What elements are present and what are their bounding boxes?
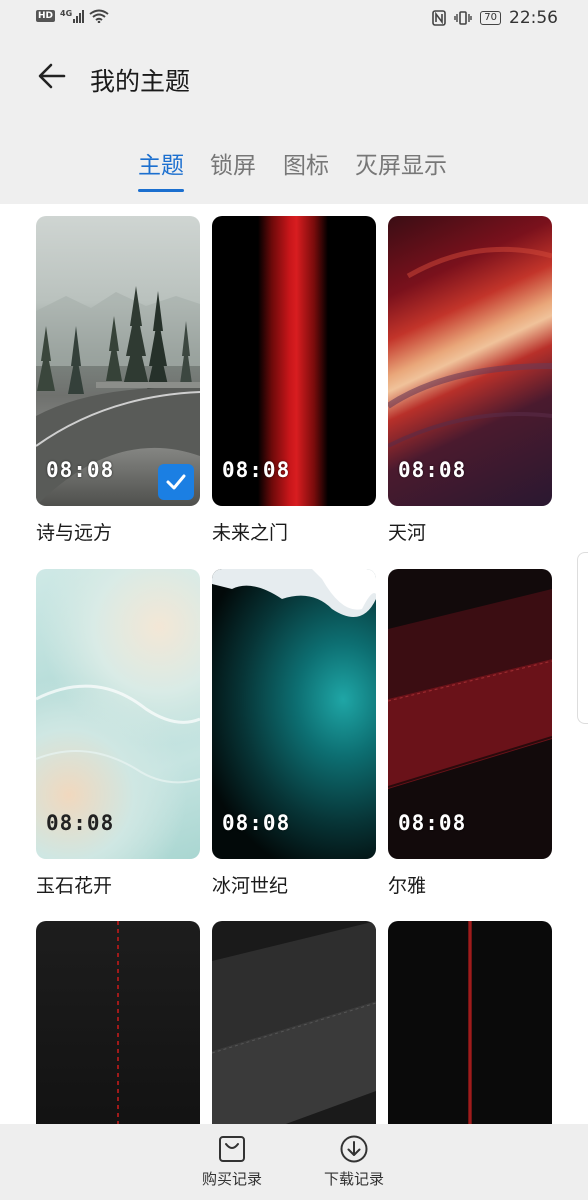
purchase-history-button[interactable]: 购买记录 xyxy=(192,1134,272,1189)
purchase-history-label: 购买记录 xyxy=(201,1170,262,1188)
theme-card-weilaizhimen[interactable]: 08:08 未来之门 xyxy=(212,216,376,544)
signal-icon xyxy=(73,9,85,23)
clock-preview: 08:08 xyxy=(398,811,467,835)
theme-name: 尔雅 xyxy=(388,875,427,897)
tab-icons[interactable]: 图标 xyxy=(283,146,329,180)
tab-active-indicator xyxy=(138,189,184,192)
theme-card-erya[interactable]: 08:08 尔雅 xyxy=(388,569,552,897)
clock-preview: 08:08 xyxy=(46,811,115,835)
theme-name: 天河 xyxy=(388,522,427,544)
status-bar: HD 4G 70 22:56 xyxy=(0,0,588,36)
shopping-bag-icon xyxy=(219,1136,245,1162)
arrow-left-icon xyxy=(38,63,66,89)
page-title: 我的主题 xyxy=(90,67,191,96)
status-left: HD 4G xyxy=(36,9,109,23)
theme-grid: 08:08 诗与远方 08:08 未来之门 08:08 天河 08:08 玉石花… xyxy=(0,204,588,1124)
network-type: 4G xyxy=(60,8,73,18)
theme-name: 诗与远方 xyxy=(36,522,113,544)
theme-card-row3-1[interactable] xyxy=(36,921,200,1124)
theme-thumbnail: 08:08 xyxy=(388,569,552,859)
hd-badge: HD xyxy=(36,10,56,22)
theme-thumbnail: 08:08 xyxy=(388,216,552,506)
tab-lockscreen-label: 锁屏 xyxy=(210,153,256,179)
red-line-illustration xyxy=(468,921,472,1124)
scroll-indicator[interactable] xyxy=(577,552,588,724)
clock-preview: 08:08 xyxy=(398,458,467,482)
theme-card-row3-2[interactable] xyxy=(212,921,376,1124)
download-history-button[interactable]: 下载记录 xyxy=(314,1134,394,1189)
selected-check-icon xyxy=(158,464,194,500)
back-button[interactable] xyxy=(36,60,72,96)
tab-bar: 主题 锁屏 图标 灭屏显示 xyxy=(0,146,588,192)
clock-preview: 08:08 xyxy=(46,458,115,482)
clock-preview: 08:08 xyxy=(222,811,291,835)
tab-theme[interactable]: 主题 xyxy=(138,146,184,192)
theme-thumbnail xyxy=(36,921,200,1124)
theme-card-shiyuyuanfang[interactable]: 08:08 诗与远方 xyxy=(36,216,200,544)
vibrate-icon xyxy=(454,11,472,25)
download-icon xyxy=(340,1135,368,1163)
tab-icons-label: 图标 xyxy=(283,153,329,179)
download-history-label: 下载记录 xyxy=(323,1170,384,1188)
tab-aod[interactable]: 灭屏显示 xyxy=(355,146,447,180)
clock-preview: 08:08 xyxy=(222,458,291,482)
theme-name: 未来之门 xyxy=(212,522,289,544)
status-right: 70 22:56 xyxy=(432,8,558,28)
dark-panel-illustration xyxy=(212,921,376,1124)
theme-thumbnail: 08:08 xyxy=(36,216,200,506)
bottom-bar: 购买记录 下载记录 xyxy=(0,1124,588,1200)
battery-icon: 70 xyxy=(480,11,501,25)
theme-card-row3-3[interactable] xyxy=(388,921,552,1124)
theme-name: 玉石花开 xyxy=(36,875,113,897)
wifi-icon xyxy=(89,9,109,23)
theme-thumbnail xyxy=(212,921,376,1124)
tab-theme-label: 主题 xyxy=(138,153,184,179)
status-time: 22:56 xyxy=(509,8,558,28)
header: 我的主题 主题 锁屏 图标 灭屏显示 xyxy=(0,36,588,204)
tab-aod-label: 灭屏显示 xyxy=(355,153,447,179)
nfc-icon xyxy=(432,10,447,26)
theme-name: 冰河世纪 xyxy=(212,875,289,897)
tab-lockscreen[interactable]: 锁屏 xyxy=(210,146,256,180)
theme-thumbnail: 08:08 xyxy=(212,216,376,506)
theme-thumbnail: 08:08 xyxy=(36,569,200,859)
theme-thumbnail: 08:08 xyxy=(212,569,376,859)
theme-thumbnail xyxy=(388,921,552,1124)
theme-card-yushihuakai[interactable]: 08:08 玉石花开 xyxy=(36,569,200,897)
theme-card-binghe[interactable]: 08:08 冰河世纪 xyxy=(212,569,376,897)
red-stitch-illustration xyxy=(117,921,119,1124)
theme-card-tianhe[interactable]: 08:08 天河 xyxy=(388,216,552,544)
